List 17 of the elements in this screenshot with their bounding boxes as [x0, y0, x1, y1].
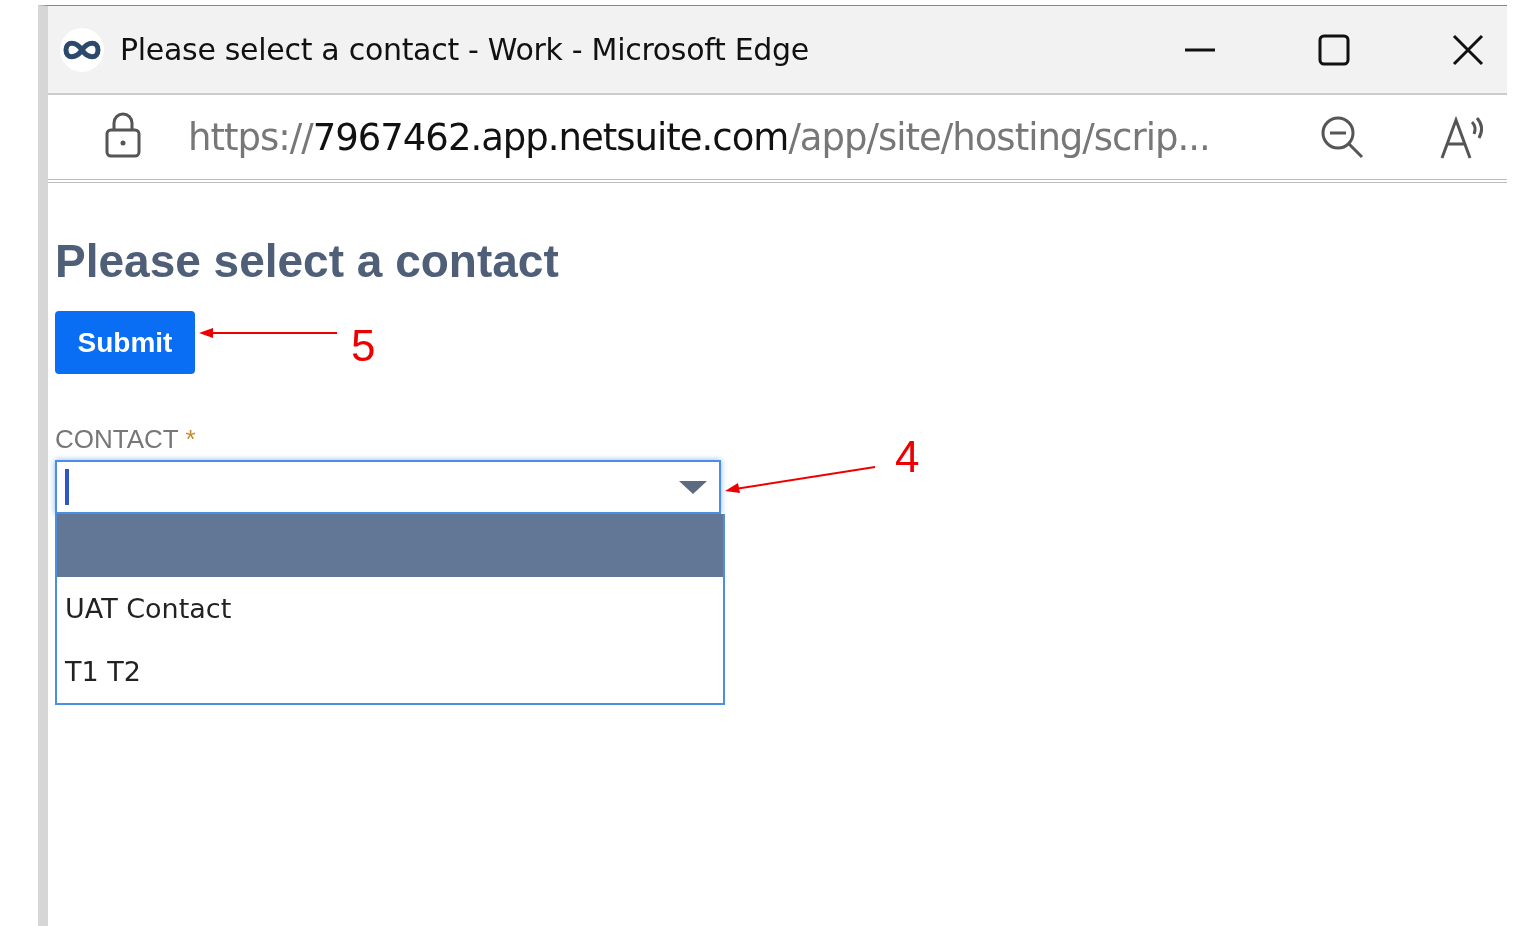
- submit-button[interactable]: Submit: [55, 311, 195, 374]
- infinity-logo-icon: [60, 27, 104, 72]
- zoom-out-icon[interactable]: [1319, 114, 1365, 160]
- contact-label: CONTACT: [55, 424, 179, 454]
- contact-dropdown[interactable]: [55, 460, 721, 514]
- address-text[interactable]: https://7967462.app.netsuite.com/app/site/hosting/scrip...: [188, 115, 1210, 159]
- dropdown-option[interactable]: UAT Contact: [57, 577, 723, 640]
- required-mark: *: [185, 424, 196, 454]
- maximize-icon[interactable]: [1317, 32, 1351, 67]
- window-title: Please select a contact - Work - Microsoft Edge: [120, 32, 809, 67]
- close-icon[interactable]: [1451, 32, 1485, 67]
- page-heading: Please select a contact: [55, 234, 560, 289]
- dropdown-option[interactable]: T1 T2: [57, 640, 723, 703]
- annotation-number: 4: [895, 432, 920, 482]
- caret-icon: [679, 479, 707, 495]
- text-cursor: [65, 469, 69, 505]
- annotation-number: 5: [351, 320, 376, 371]
